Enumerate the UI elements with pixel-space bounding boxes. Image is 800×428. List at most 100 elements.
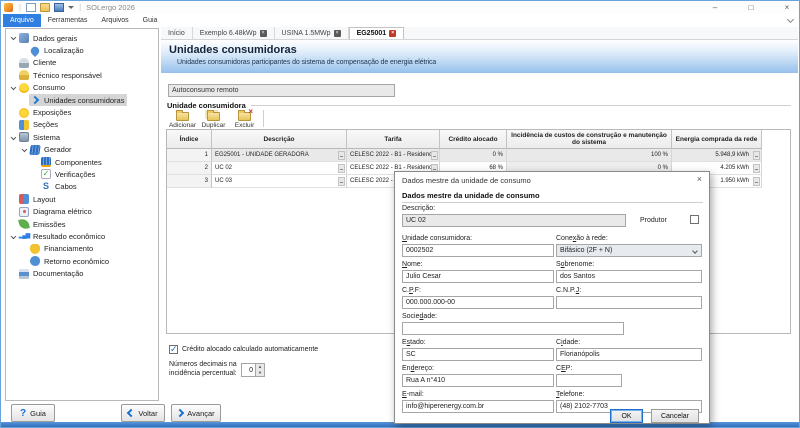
column-header-indice[interactable]: Índice [167, 130, 212, 149]
ribbon-collapse-chevron-icon[interactable] [787, 16, 794, 23]
field-endereco-input[interactable]: Rua A n°410 [402, 374, 554, 387]
sidebar-item-resultado-economico[interactable]: Resultado econômico [6, 230, 158, 242]
menu-ferramentas[interactable]: Ferramentas [41, 14, 95, 27]
cell-dropdown-icon[interactable] [338, 164, 345, 173]
tab-close-icon[interactable]: × [260, 30, 267, 37]
field-sociedade-input[interactable] [402, 322, 624, 335]
menu-arquivo[interactable]: Arquivo [3, 14, 41, 27]
decimals-value[interactable]: 0 [242, 364, 255, 376]
close-button[interactable]: × [781, 1, 793, 14]
sidebar-item-dados-gerais[interactable]: Dados gerais [6, 32, 158, 44]
cell-dropdown-icon[interactable] [753, 151, 760, 160]
dialog-close-icon[interactable]: × [697, 174, 702, 184]
cell-r1-descricao[interactable]: EG25001 - UNIDADE GERADORA [212, 149, 347, 162]
field-conexao-rede-select[interactable]: Bifásico (2F + N) [556, 244, 702, 257]
column-header-descricao[interactable]: Descrição [212, 130, 347, 149]
sidebar-item-secoes[interactable]: Seções [6, 119, 158, 131]
cell-dropdown-icon[interactable] [338, 151, 345, 160]
toolbar-excluir-button[interactable]: Excluir [229, 110, 260, 129]
field-value: Rua A n°410 [406, 377, 445, 384]
expander-chevron-icon[interactable] [8, 86, 18, 90]
field-unidade-consumidora-input[interactable]: 0002502 [402, 244, 554, 257]
field-nome-input[interactable]: Julio Cesar [402, 270, 554, 283]
sidebar-item-diagrama-eletrico[interactable]: Diagrama elétrico [6, 205, 158, 217]
sidebar-item-componentes[interactable]: Componentes [6, 156, 158, 168]
sidebar-item-tecnico-responsavel[interactable]: Técnico responsável [6, 69, 158, 81]
sidebar-item-financiamento[interactable]: Financiamento [6, 243, 158, 255]
cell-r1-credito-aloc[interactable]: 0 % [440, 149, 507, 162]
toolbar-adicionar-button[interactable]: Adicionar [167, 110, 198, 129]
field-cpf-input[interactable]: 000.000.000-00 [402, 296, 554, 309]
cell-dropdown-icon[interactable] [338, 177, 345, 186]
credit-auto-checkbox[interactable] [169, 345, 178, 354]
quick-access-dropdown-icon[interactable] [68, 6, 74, 12]
decimals-stepper[interactable]: 0 ▲ ▼ [241, 363, 265, 377]
tab-label: Início [168, 30, 185, 37]
sidebar-item-documentacao[interactable]: Documentação [6, 267, 158, 279]
field-telefone-label: Telefone: [556, 391, 584, 398]
menu-guia[interactable]: Guia [136, 14, 165, 27]
new-file-icon[interactable] [26, 3, 36, 12]
guia-button[interactable]: ? Guia [11, 404, 55, 422]
sidebar-item-emissoes[interactable]: Emissões [6, 218, 158, 230]
toolbar-duplicar-button[interactable]: Duplicar [198, 110, 229, 129]
tab-label: EG25001 [357, 30, 387, 37]
cell-r1-energia-comp[interactable]: 5.948,9 kWh [672, 149, 762, 162]
sidebar-item-unidades-consumidoras[interactable]: Unidades consumidoras [6, 94, 158, 106]
sidebar-item-cliente[interactable]: Cliente [6, 57, 158, 69]
column-header-tarifa[interactable]: Tarifa [347, 130, 440, 149]
ok-button[interactable]: OK [610, 409, 643, 423]
tab-usina-1-5mwp[interactable]: USINA 1.5MWp× [275, 27, 349, 39]
maximize-button[interactable]: □ [745, 1, 757, 14]
tab-close-icon[interactable]: × [389, 30, 396, 37]
field-cep-input[interactable] [556, 374, 622, 387]
sidebar-item-retorno-economico[interactable]: Retorno econômico [6, 255, 158, 267]
cancel-button[interactable]: Cancelar [651, 409, 699, 423]
field-sobrenome-input[interactable]: dos Santos [556, 270, 702, 283]
open-folder-icon[interactable] [40, 3, 50, 12]
produtor-checkbox[interactable] [690, 215, 699, 224]
expander-chevron-icon[interactable] [8, 36, 18, 40]
cell-r1-indice[interactable]: 1 [167, 149, 212, 162]
sidebar-item-gerador[interactable]: Gerador [6, 144, 158, 156]
cell-dropdown-icon[interactable] [431, 151, 438, 160]
column-header-energia-comprada-da-rede[interactable]: Energia comprada da rede [672, 130, 762, 149]
field-cnpj-input[interactable] [556, 296, 702, 309]
field-cidade-input[interactable]: Florianópolis [556, 348, 702, 361]
cell-text: 1.950 kWh [720, 178, 749, 184]
sidebar-item-localizacao[interactable]: Localização [6, 44, 158, 56]
stepper-down-icon[interactable]: ▼ [256, 370, 264, 376]
cell-r1-tarifa[interactable]: CELESC 2022 - B1 - Residencial Normal [347, 149, 440, 162]
tree-item-label: Consumo [33, 83, 65, 92]
cell-r2-descricao[interactable]: UC 02 [212, 162, 347, 175]
sidebar-item-layout[interactable]: Layout [6, 193, 158, 205]
sidebar-item-verificacoes[interactable]: Verificações [6, 168, 158, 180]
save-icon[interactable] [54, 3, 64, 12]
sidebar-item-cabos[interactable]: Cabos [6, 181, 158, 193]
column-header-credito-alocado[interactable]: Crédito alocado [440, 130, 507, 149]
sidebar-item-consumo[interactable]: Consumo [6, 82, 158, 94]
cell-r3-descricao[interactable]: UC 03 [212, 175, 347, 188]
tab-inicio[interactable]: Início [161, 27, 193, 39]
expander-chevron-icon[interactable] [8, 136, 18, 140]
tab-close-icon[interactable]: × [334, 30, 341, 37]
cell-dropdown-icon[interactable] [753, 164, 760, 173]
sidebar-item-sistema[interactable]: Sistema [6, 131, 158, 143]
cell-r2-indice[interactable]: 2 [167, 162, 212, 175]
column-header-incidencia-de-custos-de-[interactable]: Incidência de custos de construção e man… [507, 130, 672, 149]
cell-r3-indice[interactable]: 3 [167, 175, 212, 188]
sidebar-item-exposicoes[interactable]: Exposições [6, 106, 158, 118]
tab-exemplo-6-48kwp[interactable]: Exemplo 6.48kWp× [193, 27, 275, 39]
cell-dropdown-icon[interactable] [753, 177, 760, 186]
minimize-button[interactable]: – [709, 1, 721, 14]
field-estado-input[interactable]: SC [402, 348, 554, 361]
field-email-input[interactable]: info@hiperenergy.com.br [402, 400, 554, 413]
expander-chevron-icon[interactable] [19, 148, 29, 152]
menu-arquivos[interactable]: Arquivos [94, 14, 135, 27]
expander-chevron-icon[interactable] [8, 235, 18, 239]
tab-eg25001[interactable]: EG25001× [349, 27, 405, 39]
avancar-button[interactable]: Avançar [171, 404, 221, 422]
voltar-button[interactable]: Voltar [121, 404, 165, 422]
app-logo-icon [4, 3, 13, 12]
chevron-down-icon [22, 147, 27, 152]
